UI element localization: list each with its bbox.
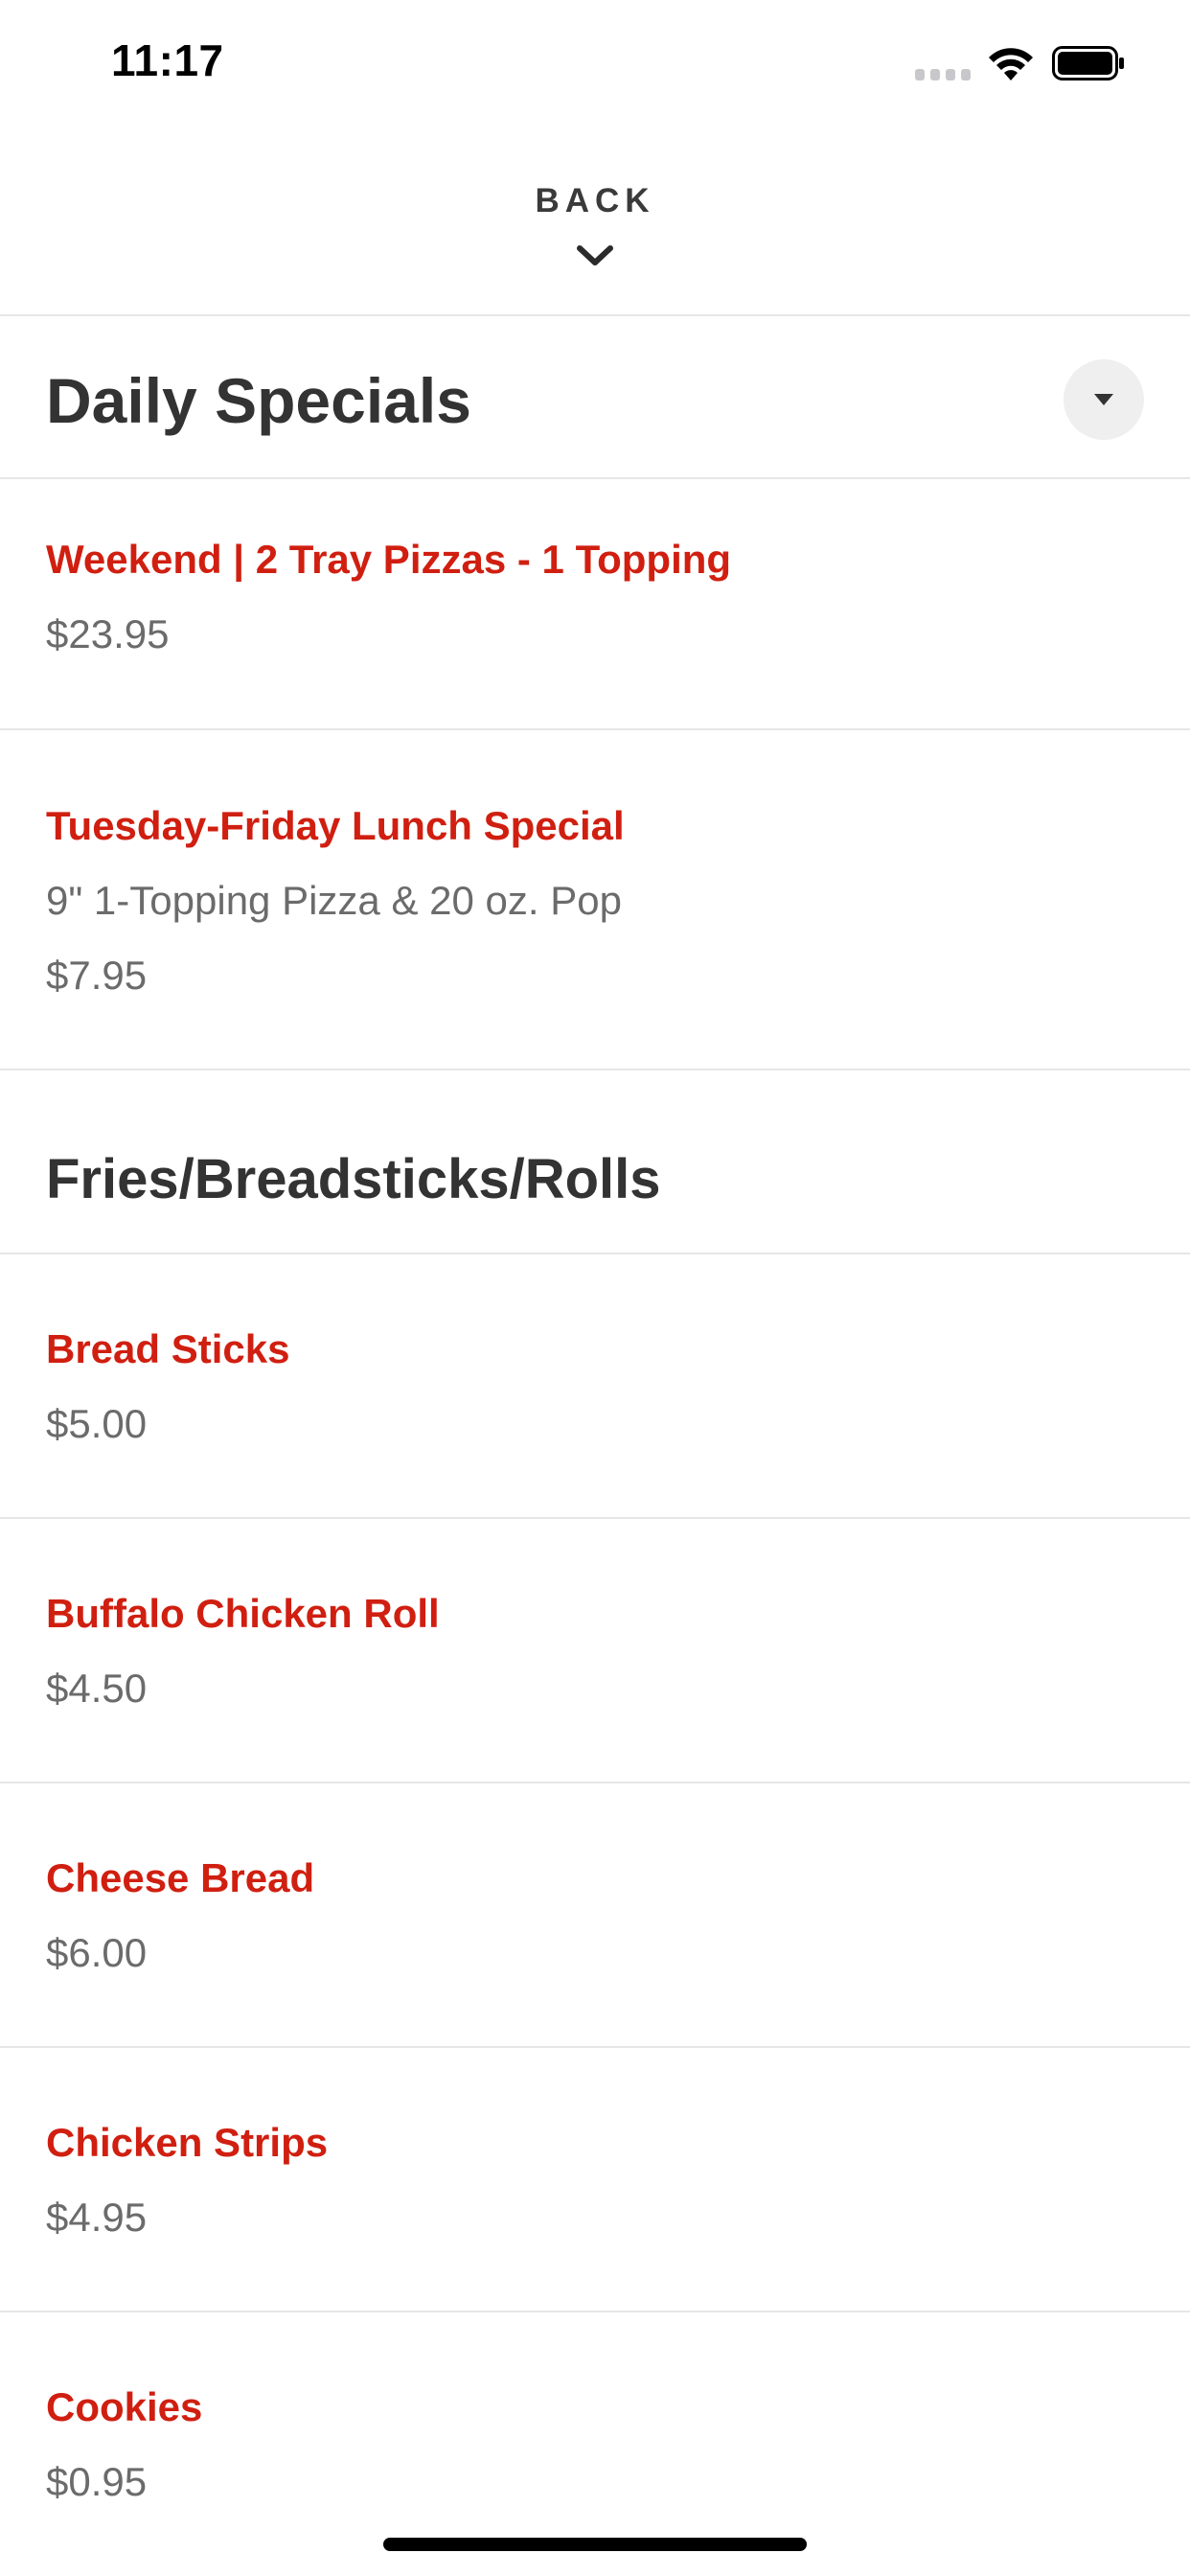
item-price: $0.95: [46, 2459, 148, 2504]
menu-item[interactable]: Cookies $0.95: [0, 2312, 1190, 2576]
item-price: $6.00: [46, 1930, 148, 1975]
menu-item[interactable]: Bread Sticks $5.00: [0, 1254, 1190, 1519]
menu-item[interactable]: Tuesday-Friday Lunch Special 9" 1-Toppin…: [0, 730, 1190, 1070]
back-button[interactable]: BACK: [0, 182, 1190, 220]
caret-down-icon: [1094, 394, 1113, 405]
back-header[interactable]: BACK: [0, 129, 1190, 316]
item-price: $4.50: [46, 1666, 148, 1711]
home-indicator[interactable]: [383, 2538, 807, 2551]
item-name: Chicken Strips: [46, 2120, 329, 2165]
item-price: $7.95: [46, 953, 148, 998]
item-name: Buffalo Chicken Roll: [46, 1591, 440, 1636]
section-header-daily-specials: Daily Specials: [0, 316, 1190, 479]
section-title: Fries/Breadsticks/Rolls: [46, 1148, 661, 1210]
battery-icon: [1052, 46, 1124, 80]
wifi-icon: [989, 48, 1033, 80]
menu-item[interactable]: Cheese Bread $6.00: [0, 1783, 1190, 2048]
item-description: 9" 1-Topping Pizza & 20 oz. Pop: [46, 878, 622, 923]
item-name: Bread Sticks: [46, 1326, 290, 1371]
item-name: Cheese Bread: [46, 1855, 315, 1900]
menu-item[interactable]: Weekend | 2 Tray Pizzas - 1 Topping $23.…: [0, 479, 1190, 730]
menu-item[interactable]: Chicken Strips $4.95: [0, 2048, 1190, 2312]
chevron-down-icon[interactable]: [576, 242, 614, 269]
item-price: $5.00: [46, 1401, 148, 1446]
item-price: $23.95: [46, 611, 170, 656]
status-bar: 11:17: [0, 0, 1190, 129]
section-header-fries-breadsticks-rolls: Fries/Breadsticks/Rolls: [0, 1070, 1190, 1254]
item-name: Cookies: [46, 2384, 203, 2429]
menu-screen: 11:17 BACK Daily Specials Weekend | 2 Tr…: [0, 0, 1190, 2576]
section-title: Daily Specials: [46, 365, 471, 436]
cellular-signal-icon: [915, 69, 971, 80]
item-name: Weekend | 2 Tray Pizzas - 1 Topping: [46, 537, 732, 582]
menu-item[interactable]: Buffalo Chicken Roll $4.50: [0, 1519, 1190, 1783]
collapse-section-button[interactable]: [1064, 359, 1144, 440]
item-price: $4.95: [46, 2195, 148, 2240]
item-name: Tuesday-Friday Lunch Special: [46, 803, 625, 848]
status-time: 11:17: [111, 35, 224, 85]
